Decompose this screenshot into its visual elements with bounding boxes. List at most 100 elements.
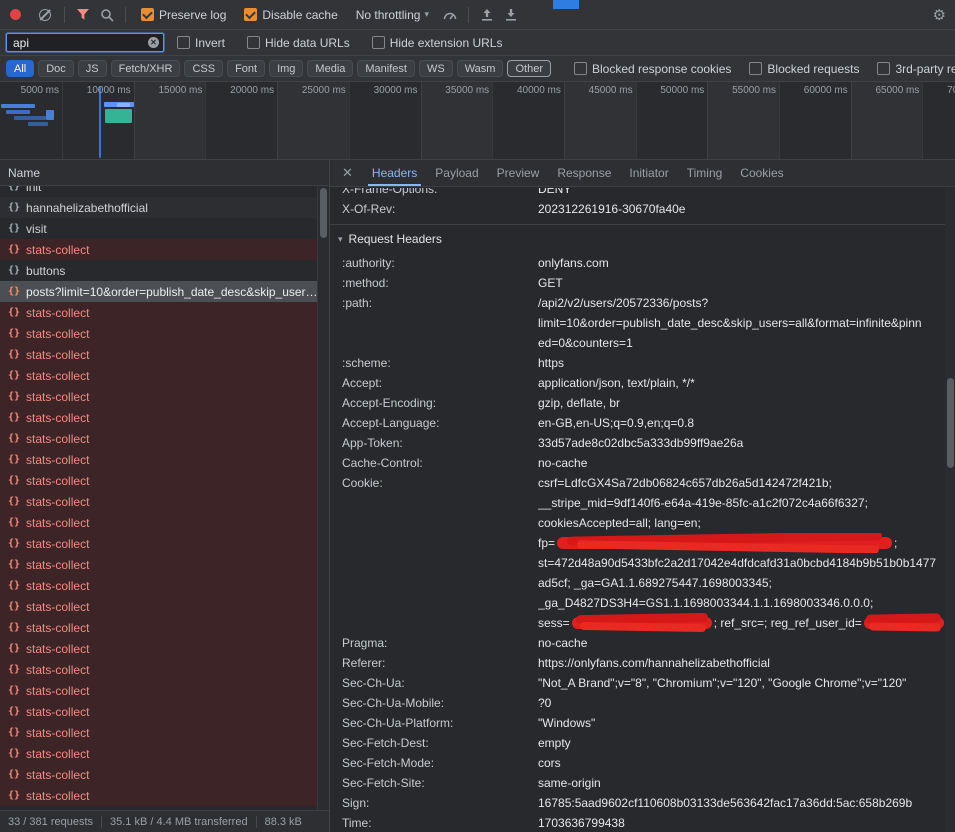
request-row[interactable]: {}stats-collect	[0, 512, 317, 533]
checkbox-blocked-response-cookies[interactable]: Blocked response cookies	[574, 62, 731, 76]
overview-timeline[interactable]: 5000 ms10000 ms15000 ms20000 ms25000 ms3…	[0, 82, 955, 160]
filter-pill-img[interactable]: Img	[269, 60, 303, 77]
request-row[interactable]: {}stats-collect	[0, 470, 317, 491]
value-line: 33d57ade8c02dbc5a333db99ff9ae26a	[538, 433, 945, 453]
fetch-xhr-icon: {}	[8, 790, 20, 801]
request-row[interactable]: {}buttons	[0, 260, 317, 281]
tab-cookies[interactable]: Cookies	[731, 160, 792, 186]
details-scrollbar[interactable]	[945, 188, 955, 832]
export-har-icon[interactable]	[475, 4, 499, 26]
header-row: Sec-Ch-Ua:"Not_A Brand";v="8", "Chromium…	[330, 673, 945, 693]
request-row[interactable]: {}stats-collect	[0, 344, 317, 365]
header-value: application/json, text/plain, */*	[538, 373, 945, 393]
highlight-artifact	[553, 0, 579, 9]
filter-icon[interactable]	[71, 4, 95, 26]
record-button[interactable]	[10, 9, 21, 20]
request-name: stats-collect	[26, 558, 89, 572]
scrollbar-thumb[interactable]	[947, 378, 954, 468]
filter-pill-js[interactable]: JS	[78, 60, 107, 77]
throttling-dropdown[interactable]: No throttling ▾	[356, 8, 429, 22]
filter-pill-all[interactable]: All	[6, 60, 34, 77]
clear-network-log-icon[interactable]	[39, 9, 51, 21]
request-row[interactable]: {}stats-collect	[0, 617, 317, 638]
filter-pill-media[interactable]: Media	[307, 60, 353, 77]
preserve-log-checkbox[interactable]: Preserve log	[141, 8, 226, 22]
request-name: stats-collect	[26, 747, 89, 761]
header-value: onlyfans.com	[538, 253, 945, 273]
request-row[interactable]: {}stats-collect	[0, 764, 317, 785]
invert-checkbox[interactable]: Invert	[177, 36, 225, 50]
request-row[interactable]: {}stats-collect	[0, 365, 317, 386]
header-value: cors	[538, 753, 945, 773]
request-row[interactable]: {}stats-collect	[0, 407, 317, 428]
request-row[interactable]: {}stats-collect	[0, 701, 317, 722]
tab-response[interactable]: Response	[548, 160, 620, 186]
scrollbar-thumb[interactable]	[320, 188, 327, 238]
hide-extension-urls-checkbox[interactable]: Hide extension URLs	[372, 36, 503, 50]
requests-scrollbar[interactable]	[317, 186, 329, 810]
disable-cache-checkbox[interactable]: Disable cache	[244, 8, 337, 22]
checkbox-checked-icon	[244, 8, 257, 21]
redaction-scribble	[572, 617, 712, 629]
request-row[interactable]: {}posts?limit=10&order=publish_date_desc…	[0, 281, 317, 302]
request-row[interactable]: {}stats-collect	[0, 386, 317, 407]
tab-headers[interactable]: Headers	[363, 160, 426, 186]
filter-pill-ws[interactable]: WS	[419, 60, 453, 77]
tab-timing[interactable]: Timing	[678, 160, 732, 186]
clear-filter-icon[interactable]: ✕	[148, 37, 159, 48]
request-row[interactable]: {}stats-collect	[0, 302, 317, 323]
request-row[interactable]: {}stats-collect	[0, 575, 317, 596]
request-row[interactable]: {}stats-collect	[0, 659, 317, 680]
filter-pill-doc[interactable]: Doc	[38, 60, 74, 77]
settings-gear-icon[interactable]: ⚙	[933, 6, 946, 24]
filter-pill-manifest[interactable]: Manifest	[357, 60, 415, 77]
fetch-xhr-icon: {}	[8, 559, 20, 570]
resources-size: 88.3 kB	[256, 816, 310, 828]
request-headers-section[interactable]: ▾Request Headers	[330, 225, 945, 253]
request-row[interactable]: {}visit	[0, 218, 317, 239]
request-row[interactable]: {} stats-collect	[0, 554, 317, 575]
fetch-xhr-icon: {}	[8, 328, 20, 339]
request-row[interactable]: {}stats-collect	[0, 323, 317, 344]
request-row[interactable]: {}stats-collect	[0, 785, 317, 806]
filter-pill-css[interactable]: CSS	[184, 60, 223, 77]
hide-data-urls-checkbox[interactable]: Hide data URLs	[247, 36, 350, 50]
request-row[interactable]: {}stats-collect	[0, 239, 317, 260]
request-row[interactable]: {}stats-collect	[0, 533, 317, 554]
request-row[interactable]: {}stats-collect	[0, 638, 317, 659]
header-name: Sec-Ch-Ua-Platform:	[342, 713, 538, 733]
filter-pill-other[interactable]: Other	[507, 60, 551, 77]
checkbox-3rd-party-requests[interactable]: 3rd-party requests	[877, 62, 955, 76]
request-row[interactable]: {}stats-collect	[0, 743, 317, 764]
resource-type-filter-bar: AllDocJSFetch/XHRCSSFontImgMediaManifest…	[0, 56, 955, 82]
column-header-name[interactable]: Name	[0, 160, 329, 186]
request-row[interactable]: {}init	[0, 186, 317, 197]
header-name: Sec-Ch-Ua-Mobile:	[342, 693, 538, 713]
search-icon[interactable]	[95, 4, 119, 26]
request-row[interactable]: {}stats-collect	[0, 722, 317, 743]
filter-input[interactable]: api ✕	[6, 33, 164, 52]
tab-initiator[interactable]: Initiator	[620, 160, 677, 186]
header-value: "Windows"	[538, 713, 945, 733]
request-row[interactable]: {}hannahelizabethofficial	[0, 197, 317, 218]
request-row[interactable]: {}stats-collect	[0, 596, 317, 617]
filter-pill-font[interactable]: Font	[227, 60, 265, 77]
request-row[interactable]: {}stats-collect	[0, 491, 317, 512]
request-row[interactable]: {}stats-collect	[0, 428, 317, 449]
header-row: Sec-Fetch-Mode:cors	[330, 753, 945, 773]
request-row[interactable]: {}stats-collect	[0, 449, 317, 470]
header-name: Accept-Encoding:	[342, 393, 538, 413]
tab-preview[interactable]: Preview	[488, 160, 549, 186]
tab-payload[interactable]: Payload	[426, 160, 487, 186]
request-name: stats-collect	[26, 369, 89, 383]
overview-bar	[99, 86, 101, 158]
checkbox-blocked-requests[interactable]: Blocked requests	[749, 62, 859, 76]
filter-pill-wasm[interactable]: Wasm	[457, 60, 504, 77]
network-conditions-icon[interactable]	[438, 4, 462, 26]
import-har-icon[interactable]	[499, 4, 523, 26]
filter-pill-fetch-xhr[interactable]: Fetch/XHR	[111, 60, 181, 77]
request-name: stats-collect	[26, 684, 89, 698]
request-row[interactable]: {}stats-collect	[0, 680, 317, 701]
header-value: 1703636799438	[538, 813, 945, 832]
close-details-icon[interactable]: ✕	[330, 165, 363, 181]
